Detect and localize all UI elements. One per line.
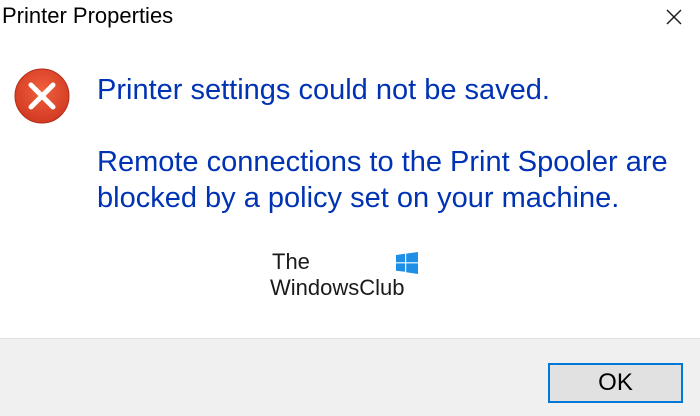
windows-logo-icon — [396, 252, 418, 274]
error-main-message: Printer settings could not be saved. — [97, 74, 550, 106]
error-detail-message: Remote connections to the Print Spooler … — [97, 146, 668, 214]
watermark-line-2: WindowsClub — [270, 275, 405, 300]
close-button[interactable] — [648, 0, 700, 34]
site-watermark: The WindowsClub — [270, 250, 430, 306]
ok-button[interactable]: OK — [548, 363, 683, 403]
error-icon — [14, 68, 70, 124]
dialog-footer: OK — [0, 338, 700, 416]
window-title: Printer Properties — [2, 3, 174, 28]
watermark-line-1: The — [272, 249, 310, 274]
printer-properties-dialog: Printer Properties Printer settings coul… — [0, 0, 700, 416]
message-text-block: Printer settings could not be saved. Rem… — [97, 72, 687, 216]
title-bar: Printer Properties — [0, 0, 700, 34]
close-icon — [666, 9, 682, 25]
